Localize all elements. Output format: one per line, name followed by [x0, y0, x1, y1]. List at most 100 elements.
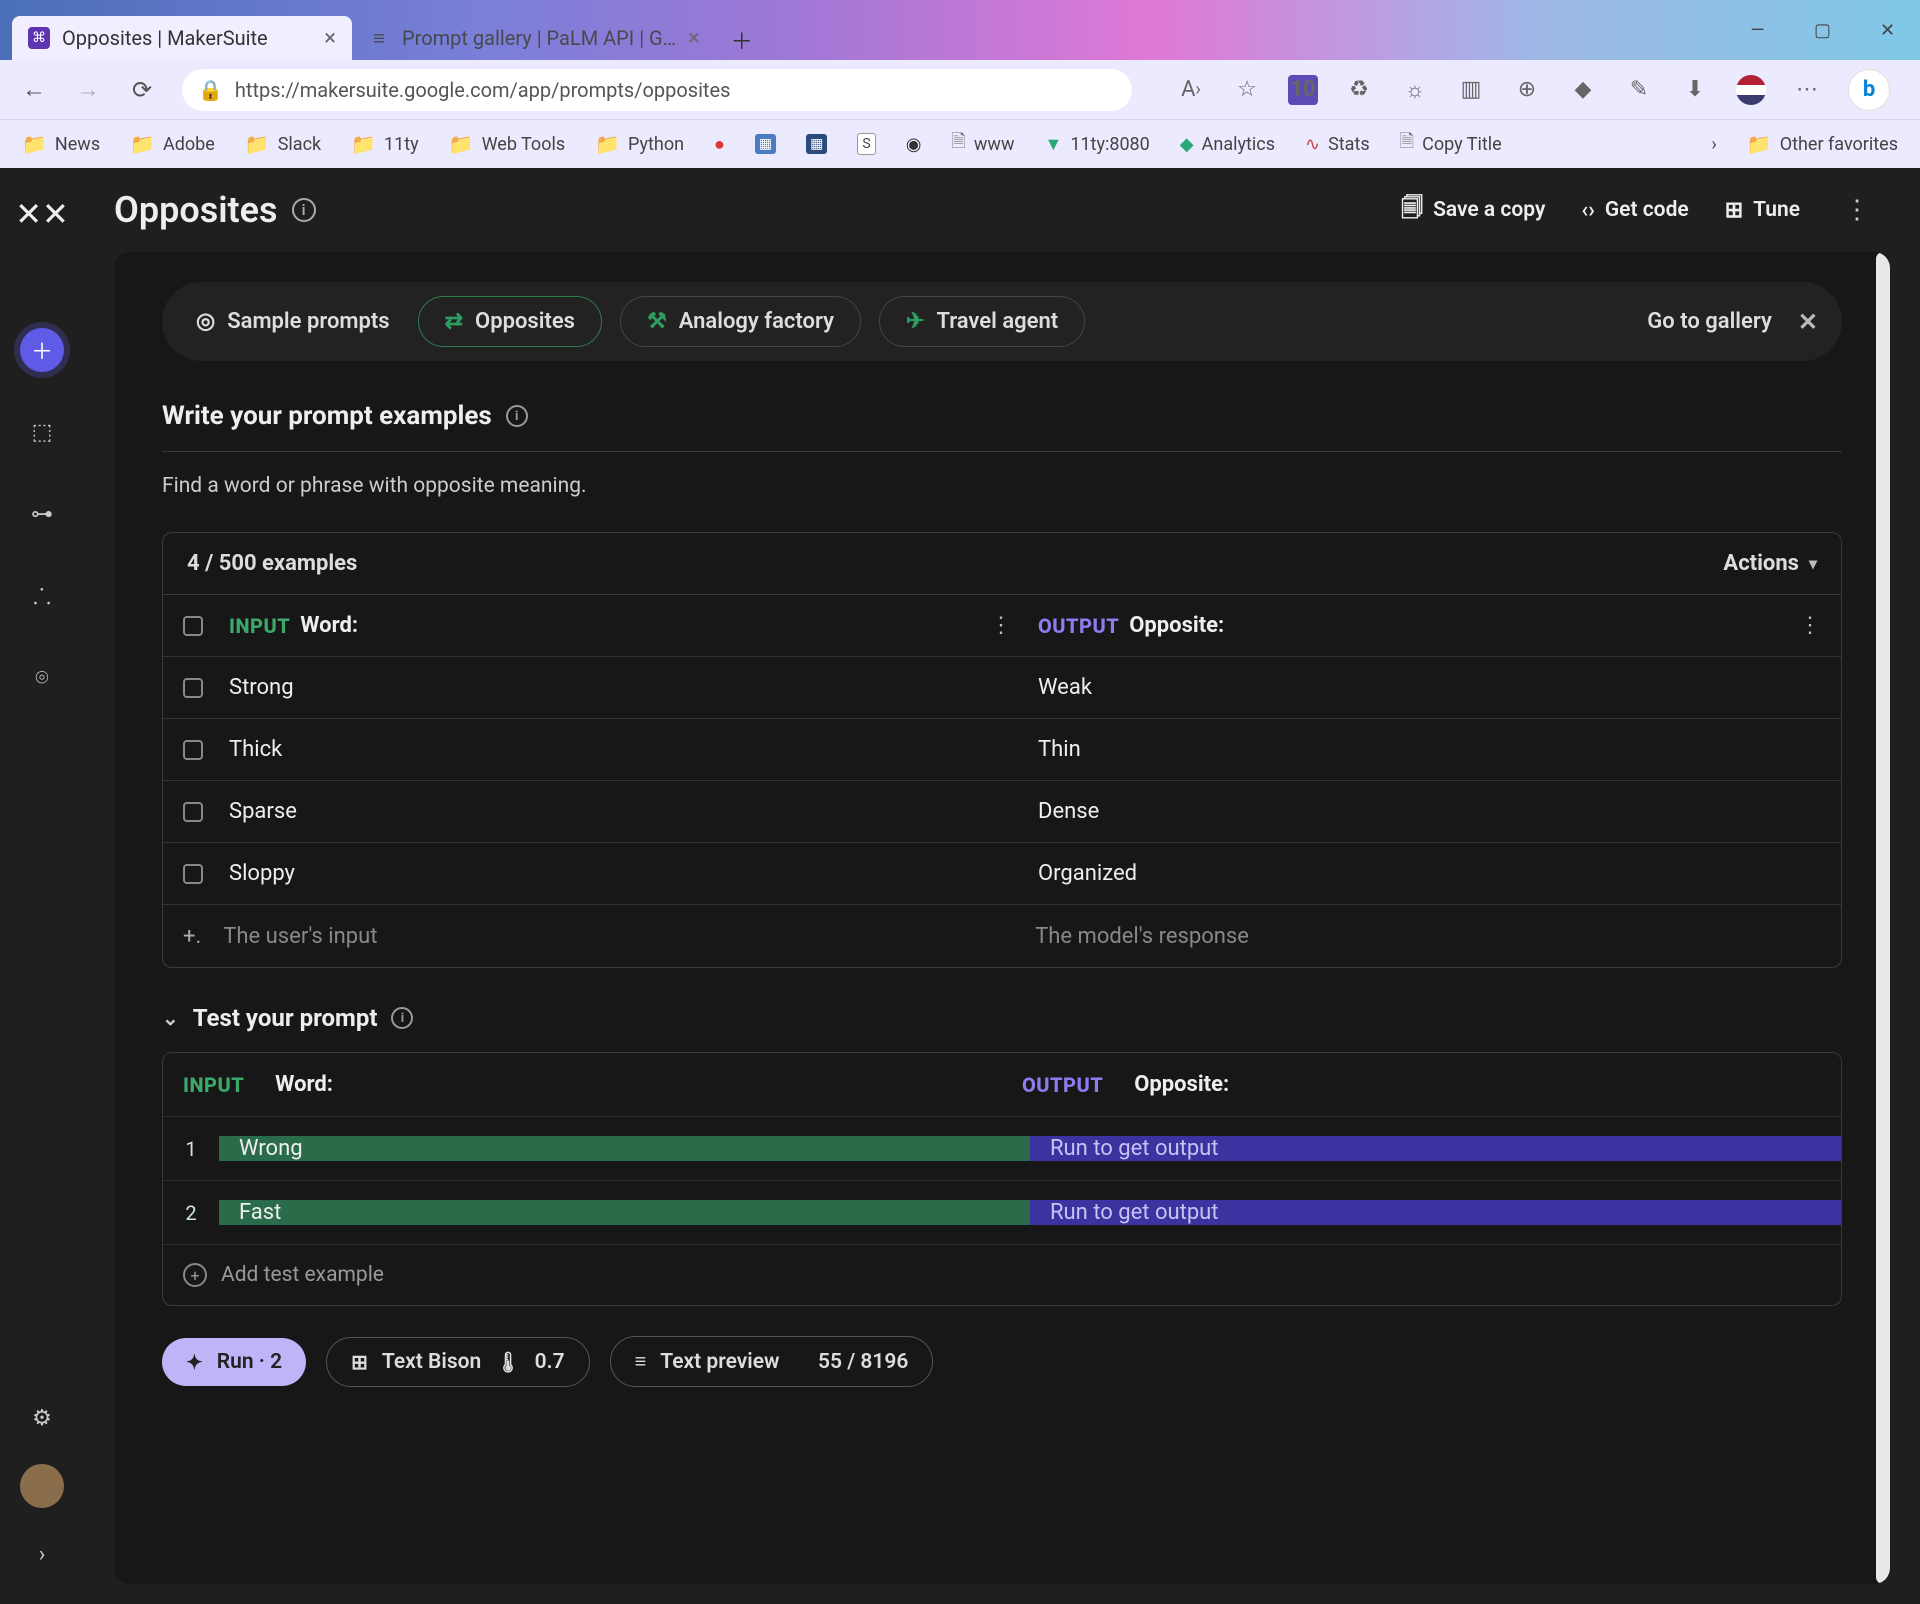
info-icon[interactable]: i [391, 1007, 413, 1029]
scrollbar[interactable] [1876, 252, 1890, 1584]
split-icon[interactable]: ▥ [1456, 75, 1486, 105]
bookmark-item[interactable]: 📁News [14, 128, 108, 160]
calendar-icon[interactable]: 10 [1288, 75, 1318, 105]
example-output[interactable]: Dense [1032, 799, 1841, 824]
tune-button[interactable]: ⊞Tune [1725, 198, 1800, 223]
other-favorites[interactable]: 📁Other favorites [1739, 128, 1906, 160]
ghost-input[interactable]: The user's input [217, 924, 1029, 949]
new-tab-button[interactable]: ＋ [722, 20, 762, 60]
test-input[interactable]: Wrong [219, 1136, 1030, 1161]
chip-analogy[interactable]: ⚒Analogy factory [620, 296, 861, 347]
rail-bag-icon[interactable]: ⬚ [20, 410, 64, 454]
favorite-icon[interactable]: ☆ [1232, 75, 1262, 105]
test-input[interactable]: Fast [219, 1200, 1030, 1225]
bing-button[interactable]: b [1848, 69, 1890, 111]
recycle-icon[interactable]: ♻ [1344, 75, 1374, 105]
preview-selector[interactable]: ≡Text preview 55 / 8196 [610, 1336, 934, 1387]
bookmark-item[interactable]: 📁Slack [237, 128, 329, 160]
rail-key-icon[interactable]: ⊶ [20, 492, 64, 536]
bookmark-item[interactable]: ▼11ty:8080 [1037, 130, 1158, 159]
run-button[interactable]: ✦Run · 2 [162, 1338, 306, 1386]
test-output[interactable]: Run to get output [1030, 1136, 1841, 1161]
locale-icon[interactable] [1736, 75, 1766, 105]
add-test-row[interactable]: + Add test example [163, 1245, 1841, 1305]
example-row[interactable]: Sparse Dense [163, 781, 1841, 843]
bookmark-item[interactable]: S [849, 129, 883, 159]
example-output[interactable]: Weak [1032, 675, 1841, 700]
actions-dropdown[interactable]: Actions [1723, 551, 1799, 576]
chip-opposites[interactable]: ⇄Opposites [418, 296, 602, 347]
column-menu-icon[interactable]: ⋮ [990, 613, 1012, 638]
test-section-title[interactable]: ⌄ Test your prompt i [162, 1004, 1842, 1032]
go-to-gallery-link[interactable]: Go to gallery [1647, 309, 1772, 334]
nav-refresh-button[interactable]: ⟳ [118, 66, 166, 114]
close-icon[interactable]: ✕ [1798, 308, 1818, 336]
info-icon[interactable]: i [292, 198, 316, 222]
model-selector[interactable]: ⊞Text Bison🌡0.7 [326, 1337, 589, 1387]
bookmark-item[interactable]: ● [706, 130, 733, 159]
tab-close-icon[interactable]: × [688, 26, 700, 51]
row-checkbox[interactable] [183, 864, 203, 884]
more-icon[interactable]: ⋯ [1792, 75, 1822, 105]
example-input[interactable]: Sparse [223, 799, 1032, 824]
bookmark-item[interactable]: 📁Adobe [122, 128, 223, 160]
save-copy-button[interactable]: 🗐Save a copy [1401, 191, 1545, 229]
maximize-button[interactable]: ▢ [1790, 10, 1855, 50]
add-example-row[interactable]: +. The user's input The model's response [163, 905, 1841, 967]
settings-gear-icon[interactable]: ⚙ [20, 1396, 64, 1440]
row-checkbox[interactable] [183, 740, 203, 760]
bookmark-item[interactable]: ▦ [747, 130, 784, 158]
example-row[interactable]: Thick Thin [163, 719, 1841, 781]
user-avatar[interactable] [20, 1464, 64, 1508]
example-output[interactable]: Thin [1032, 737, 1841, 762]
info-icon[interactable]: i [506, 405, 528, 427]
sun-icon[interactable]: ☼ [1400, 75, 1430, 105]
example-input[interactable]: Strong [223, 675, 1032, 700]
browser-tab-active[interactable]: ⌘ Opposites | MakerSuite × [12, 16, 352, 60]
test-output[interactable]: Run to get output [1030, 1200, 1841, 1225]
select-all-checkbox[interactable] [183, 616, 203, 636]
rail-expand-icon[interactable]: › [20, 1532, 64, 1576]
row-checkbox[interactable] [183, 678, 203, 698]
output-header[interactable]: Opposite: [1129, 613, 1224, 638]
nav-back-button[interactable]: ← [10, 66, 58, 114]
ghost-output[interactable]: The model's response [1029, 924, 1841, 949]
bookmark-item[interactable]: 🗎www [943, 125, 1022, 163]
minimize-button[interactable]: — [1725, 10, 1790, 50]
bookmark-item[interactable]: ▦ [798, 130, 835, 158]
read-aloud-icon[interactable]: A› [1176, 75, 1206, 105]
bookmark-item[interactable]: ◉ [898, 130, 930, 159]
url-input[interactable]: 🔒 https://makersuite.google.com/app/prom… [182, 69, 1132, 111]
bookmarks-overflow[interactable]: › [1703, 130, 1724, 159]
bookmark-item[interactable]: ∿Stats [1297, 130, 1378, 159]
get-code-button[interactable]: ‹›Get code [1581, 198, 1688, 223]
bookmark-item[interactable]: 📁11ty [343, 128, 427, 160]
close-window-button[interactable]: ✕ [1855, 10, 1920, 50]
edit-icon[interactable]: ✎ [1624, 75, 1654, 105]
test-row[interactable]: 2 Fast Run to get output [163, 1181, 1841, 1245]
download-icon[interactable]: ⬇ [1680, 75, 1710, 105]
example-row[interactable]: Strong Weak [163, 657, 1841, 719]
bookmark-item[interactable]: ◆Analytics [1172, 130, 1283, 159]
rail-people-icon[interactable]: ⸫ [20, 574, 64, 618]
chip-travel[interactable]: ✈Travel agent [879, 296, 1085, 347]
prompt-description[interactable]: Find a word or phrase with opposite mean… [162, 474, 1842, 498]
example-input[interactable]: Sloppy [223, 861, 1032, 886]
caret-down-icon[interactable]: ▾ [1809, 554, 1817, 573]
bookmark-item[interactable]: 🗎Copy Title [1392, 125, 1510, 163]
row-checkbox[interactable] [183, 802, 203, 822]
bookmark-item[interactable]: 📁Web Tools [441, 128, 573, 160]
collections-icon[interactable]: ⊕ [1512, 75, 1542, 105]
nav-forward-button[interactable]: → [64, 66, 112, 114]
rail-link-icon[interactable]: ⌾ [20, 656, 64, 700]
app-logo-icon[interactable]: ✕✕ [22, 194, 62, 234]
test-row[interactable]: 1 Wrong Run to get output [163, 1117, 1841, 1181]
browser-tab-inactive[interactable]: ≡ Prompt gallery | PaLM API | G… × [352, 16, 716, 60]
tab-close-icon[interactable]: × [324, 26, 336, 51]
more-menu-button[interactable]: ⋮ [1836, 195, 1878, 225]
example-output[interactable]: Organized [1032, 861, 1841, 886]
example-row[interactable]: Sloppy Organized [163, 843, 1841, 905]
column-menu-icon[interactable]: ⋮ [1799, 613, 1821, 638]
input-header[interactable]: Word: [300, 613, 358, 638]
example-input[interactable]: Thick [223, 737, 1032, 762]
